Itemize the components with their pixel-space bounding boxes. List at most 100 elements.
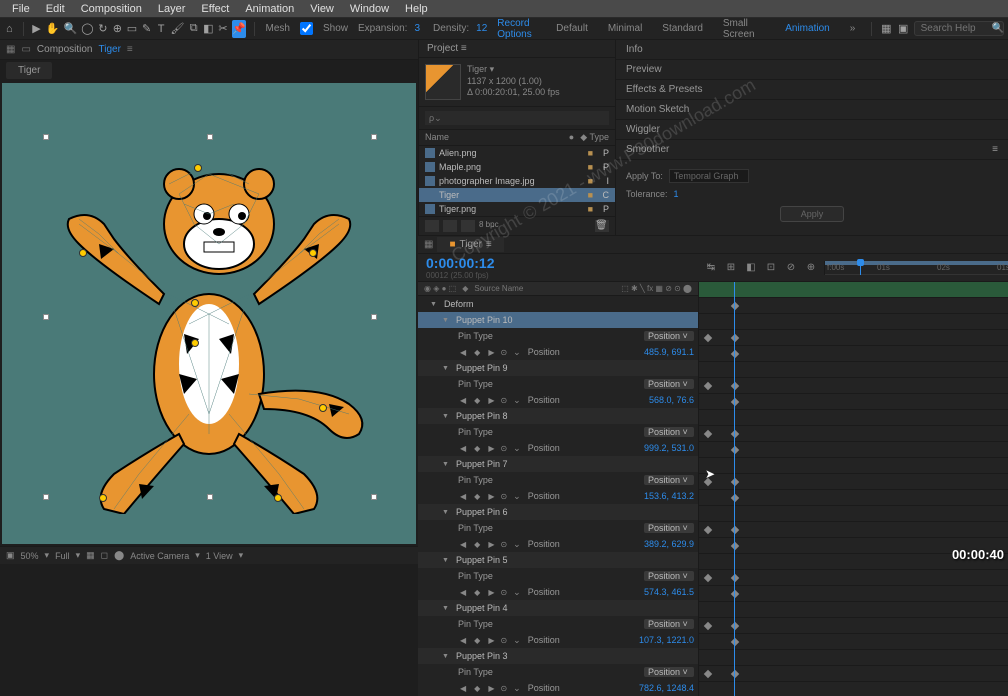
label-column-icon[interactable]: ●: [569, 132, 574, 143]
menu-window[interactable]: Window: [342, 1, 397, 17]
menu-view[interactable]: View: [302, 1, 342, 17]
track-row[interactable]: [699, 522, 1008, 538]
shape-tool[interactable]: ▭: [127, 20, 138, 38]
density-value[interactable]: 12: [476, 23, 487, 34]
keyframe-area[interactable]: [698, 282, 1008, 696]
puppet-pin[interactable]: [194, 164, 202, 172]
workspace-animation[interactable]: Animation: [777, 21, 837, 36]
record-options[interactable]: Record Options: [497, 18, 538, 40]
track-row[interactable]: [699, 362, 1008, 378]
comp-layout-icon[interactable]: ▦: [6, 44, 15, 55]
position-row[interactable]: ◀◆▶⊙⌄Position153.6, 413.2: [418, 488, 698, 504]
motion-sketch-panel[interactable]: Motion Sketch: [616, 100, 1008, 120]
project-item[interactable]: photographer Image.jpg■I: [419, 174, 615, 188]
tc-icon-2[interactable]: ⊞: [724, 261, 738, 275]
position-row[interactable]: ◀◆▶⊙⌄Position389.2, 629.9: [418, 536, 698, 552]
selection-handle[interactable]: [371, 134, 377, 140]
project-item[interactable]: Tiger.png■P: [419, 202, 615, 216]
channel-icon[interactable]: ⬤: [114, 550, 124, 561]
tc-icon-6[interactable]: ⊕: [804, 261, 818, 275]
wiggler-panel[interactable]: Wiggler: [616, 120, 1008, 140]
puppet-pin[interactable]: [319, 404, 327, 412]
home-icon[interactable]: ⌂: [4, 20, 15, 38]
bpc-icon[interactable]: [461, 220, 475, 232]
pin-type-row[interactable]: Pin TypePosition ˅: [418, 472, 698, 488]
track-row[interactable]: [699, 458, 1008, 474]
name-column[interactable]: Name: [425, 132, 449, 143]
track-row[interactable]: [699, 618, 1008, 634]
track-row[interactable]: [699, 490, 1008, 506]
puppet-pin-row[interactable]: ▼Puppet Pin 7: [418, 456, 698, 472]
preview-panel[interactable]: Preview: [616, 60, 1008, 80]
timeline-layout-icon[interactable]: ▦: [424, 239, 433, 250]
text-tool[interactable]: T: [156, 20, 167, 38]
new-comp-icon[interactable]: [443, 220, 457, 232]
tc-icon-4[interactable]: ⊡: [764, 261, 778, 275]
comp-flow-icon[interactable]: ▭: [21, 44, 30, 55]
puppet-pin-row[interactable]: ▼Puppet Pin 3: [418, 648, 698, 664]
puppet-pin-row[interactable]: ▼Puppet Pin 8: [418, 408, 698, 424]
menu-layer[interactable]: Layer: [150, 1, 194, 17]
toolbar-icon-1[interactable]: ▦: [880, 20, 893, 38]
comp-name[interactable]: Tiger: [99, 44, 121, 55]
track-row[interactable]: [699, 586, 1008, 602]
deform-row[interactable]: ▼Deform: [418, 296, 698, 312]
track-row[interactable]: [699, 506, 1008, 522]
track-row[interactable]: [699, 650, 1008, 666]
puppet-pin-row[interactable]: ▼Puppet Pin 6: [418, 504, 698, 520]
puppet-pin[interactable]: [191, 299, 199, 307]
track-row[interactable]: [699, 410, 1008, 426]
menu-effect[interactable]: Effect: [193, 1, 237, 17]
selection-handle[interactable]: [207, 134, 213, 140]
pin-type-row[interactable]: Pin TypePosition ˅: [418, 568, 698, 584]
track-row[interactable]: [699, 666, 1008, 682]
position-row[interactable]: ◀◆▶⊙⌄Position107.3, 1221.0: [418, 632, 698, 648]
workspace-minimal[interactable]: Minimal: [600, 21, 650, 36]
track-row[interactable]: [699, 442, 1008, 458]
grid-icon[interactable]: ▦: [86, 550, 95, 561]
menu-help[interactable]: Help: [397, 1, 436, 17]
workspace-more[interactable]: »: [842, 21, 864, 36]
selection-handle[interactable]: [43, 494, 49, 500]
sub-tab-tiger[interactable]: Tiger: [6, 62, 52, 79]
track-row[interactable]: [699, 298, 1008, 314]
track-row[interactable]: [699, 570, 1008, 586]
workspace-standard[interactable]: Standard: [654, 21, 711, 36]
puppet-pin-row[interactable]: ▼Puppet Pin 9: [418, 360, 698, 376]
position-row[interactable]: ◀◆▶⊙⌄Position574.3, 461.5: [418, 584, 698, 600]
puppet-pin[interactable]: [191, 339, 199, 347]
rotate-tool[interactable]: ↻: [98, 20, 109, 38]
pen-tool[interactable]: ✎: [141, 20, 152, 38]
info-panel[interactable]: Info: [616, 40, 1008, 60]
pin-type-row[interactable]: Pin TypePosition ˅: [418, 616, 698, 632]
search-help-input[interactable]: [914, 21, 1004, 36]
eraser-tool[interactable]: ◧: [203, 20, 214, 38]
mask-icon[interactable]: ◻: [101, 550, 108, 561]
timeline-tab-tiger[interactable]: ■ Tiger ≡: [437, 237, 503, 252]
selection-handle[interactable]: [43, 134, 49, 140]
playhead[interactable]: [860, 261, 861, 275]
selection-handle[interactable]: [371, 494, 377, 500]
track-row[interactable]: [699, 378, 1008, 394]
project-item[interactable]: Maple.png■P: [419, 160, 615, 174]
project-item[interactable]: Alien.png■P: [419, 146, 615, 160]
puppet-tool[interactable]: 📌: [232, 20, 246, 38]
tc-icon-5[interactable]: ⊘: [784, 261, 798, 275]
selection-tool[interactable]: ▶: [31, 20, 42, 38]
track-row[interactable]: [699, 314, 1008, 330]
track-row[interactable]: [699, 474, 1008, 490]
type-column[interactable]: ◆ Type: [580, 132, 609, 143]
track-row[interactable]: [699, 426, 1008, 442]
track-row[interactable]: [699, 346, 1008, 362]
hand-tool[interactable]: ✋: [46, 20, 60, 38]
selection-handle[interactable]: [207, 494, 213, 500]
pin-type-row[interactable]: Pin TypePosition ˅: [418, 424, 698, 440]
timecode[interactable]: 0:00:00:12: [426, 255, 690, 271]
workspace-small[interactable]: Small Screen: [715, 16, 773, 42]
project-search-input[interactable]: [425, 111, 609, 125]
menu-animation[interactable]: Animation: [237, 1, 302, 17]
smoother-panel[interactable]: Smoother≡: [616, 140, 1008, 160]
comp-menu-icon[interactable]: ≡: [127, 44, 133, 55]
tolerance-value[interactable]: 1: [674, 189, 679, 199]
track-row[interactable]: [699, 634, 1008, 650]
